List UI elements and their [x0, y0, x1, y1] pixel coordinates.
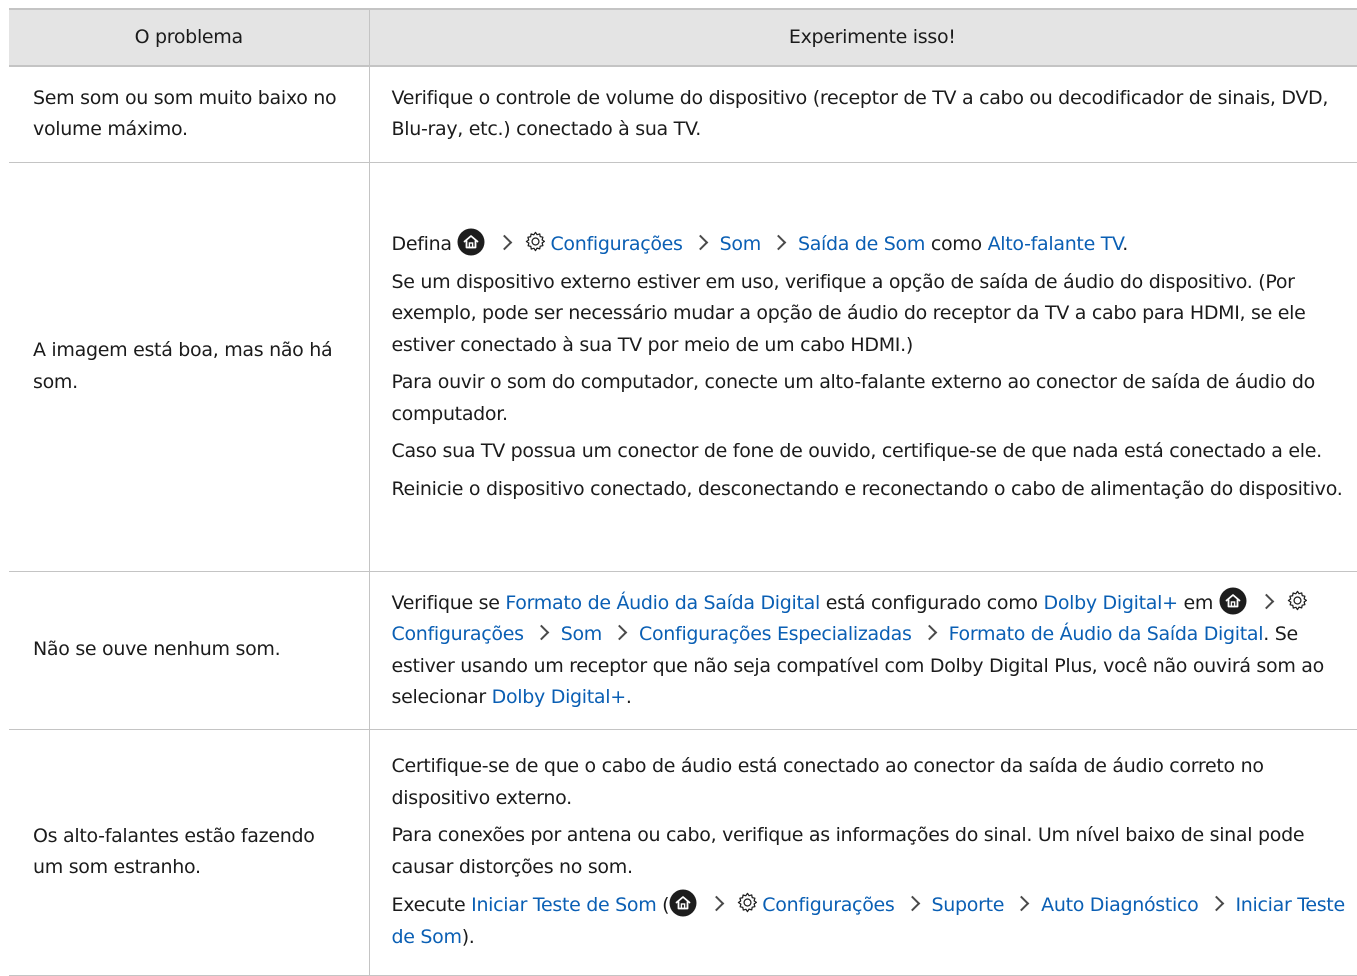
solution-text: Para ouvir o som do computador, conecte … — [391, 371, 1316, 425]
chevron-right-icon — [770, 234, 787, 251]
table-row: A imagem está boa, mas não há som. Defin… — [9, 162, 1357, 572]
solution-text: Certifique-se de que o cabo de áudio est… — [391, 755, 1264, 809]
self-diagnosis-link[interactable]: Auto Diagnóstico — [1041, 894, 1199, 916]
digital-audio-format-link[interactable]: Formato de Áudio da Saída Digital — [505, 592, 820, 614]
tv-speaker-link[interactable]: Alto-falante TV — [988, 233, 1123, 255]
menu-path: Defina Configurações Som Saída de Som como… — [392, 228, 1354, 261]
settings-link[interactable]: Configurações — [550, 233, 683, 255]
sound-link[interactable]: Som — [720, 233, 762, 255]
chevron-right-icon — [1013, 895, 1030, 912]
sound-link[interactable]: Som — [561, 623, 603, 645]
problem-cell: Os alto-falantes estão fazendo um som es… — [9, 729, 369, 976]
chevron-right-icon — [611, 624, 628, 641]
solution-text: Reinicie o dispositivo conectado, descon… — [391, 477, 1343, 500]
solution-cell: Certifique-se de que o cabo de áudio est… — [368, 729, 1357, 976]
header-problem: O problema — [9, 8, 369, 67]
gear-icon — [1287, 590, 1307, 610]
table-row: Os alto-falantes estão fazendo um som es… — [9, 729, 1357, 976]
chevron-right-icon — [497, 234, 513, 251]
dolby-digital-plus-link[interactable]: Dolby Digital+ — [492, 686, 627, 708]
sound-output-link[interactable]: Saída de Som — [798, 233, 925, 255]
chevron-right-icon — [692, 234, 708, 251]
dolby-digital-plus-link[interactable]: Dolby Digital+ — [1043, 592, 1178, 614]
solution-text: Verifique se Formato de Áudio da Saída D… — [392, 587, 1354, 714]
problem-cell: Sem som ou som muito baixo no volume máx… — [9, 66, 369, 163]
gear-icon — [738, 892, 758, 913]
solution-text: Para conexões por antena ou cabo, verifi… — [391, 824, 1305, 878]
start-sound-test-link[interactable]: Iniciar Teste de Som — [471, 894, 657, 916]
header-solution: Experimente isso! — [368, 8, 1357, 67]
troubleshooting-table: O problema Experimente isso! Sem som ou … — [9, 8, 1357, 976]
home-icon — [457, 228, 485, 256]
solution-text: Caso sua TV possua um conector de fone d… — [391, 440, 1323, 462]
table-row: Não se ouve nenhum som. Verifique se For… — [9, 571, 1357, 730]
menu-path: Execute Iniciar Teste de Som ( Configura… — [392, 889, 1354, 953]
problem-cell: A imagem está boa, mas não há som. — [9, 162, 369, 572]
table-row: Sem som ou som muito baixo no volume máx… — [9, 66, 1357, 163]
solution-text: Verifique o controle de volume do dispos… — [391, 86, 1329, 141]
expert-settings-link[interactable]: Configurações Especializadas — [639, 623, 912, 645]
support-link[interactable]: Suporte — [932, 894, 1005, 916]
chevron-right-icon — [533, 624, 549, 641]
home-icon — [1219, 587, 1247, 614]
chevron-right-icon — [1258, 593, 1275, 609]
problem-cell: Não se ouve nenhum som. — [9, 571, 369, 730]
chevron-right-icon — [1208, 895, 1224, 912]
home-icon — [669, 889, 697, 917]
settings-link[interactable]: Configurações — [762, 894, 895, 916]
solution-cell: Defina Configurações Som Saída de Som como… — [368, 162, 1357, 572]
solution-text: Se um dispositivo externo estiver em uso… — [391, 270, 1306, 356]
solution-cell: Verifique se Formato de Áudio da Saída D… — [368, 571, 1357, 730]
chevron-right-icon — [921, 624, 937, 641]
settings-link[interactable]: Configurações — [392, 623, 525, 645]
digital-audio-format-link[interactable]: Formato de Áudio da Saída Digital — [949, 623, 1264, 645]
table-header-row: O problema Experimente isso! — [9, 8, 1357, 67]
solution-cell: Verifique o controle de volume do dispos… — [368, 66, 1357, 163]
chevron-right-icon — [709, 895, 725, 912]
gear-icon — [526, 231, 546, 252]
chevron-right-icon — [904, 895, 920, 912]
